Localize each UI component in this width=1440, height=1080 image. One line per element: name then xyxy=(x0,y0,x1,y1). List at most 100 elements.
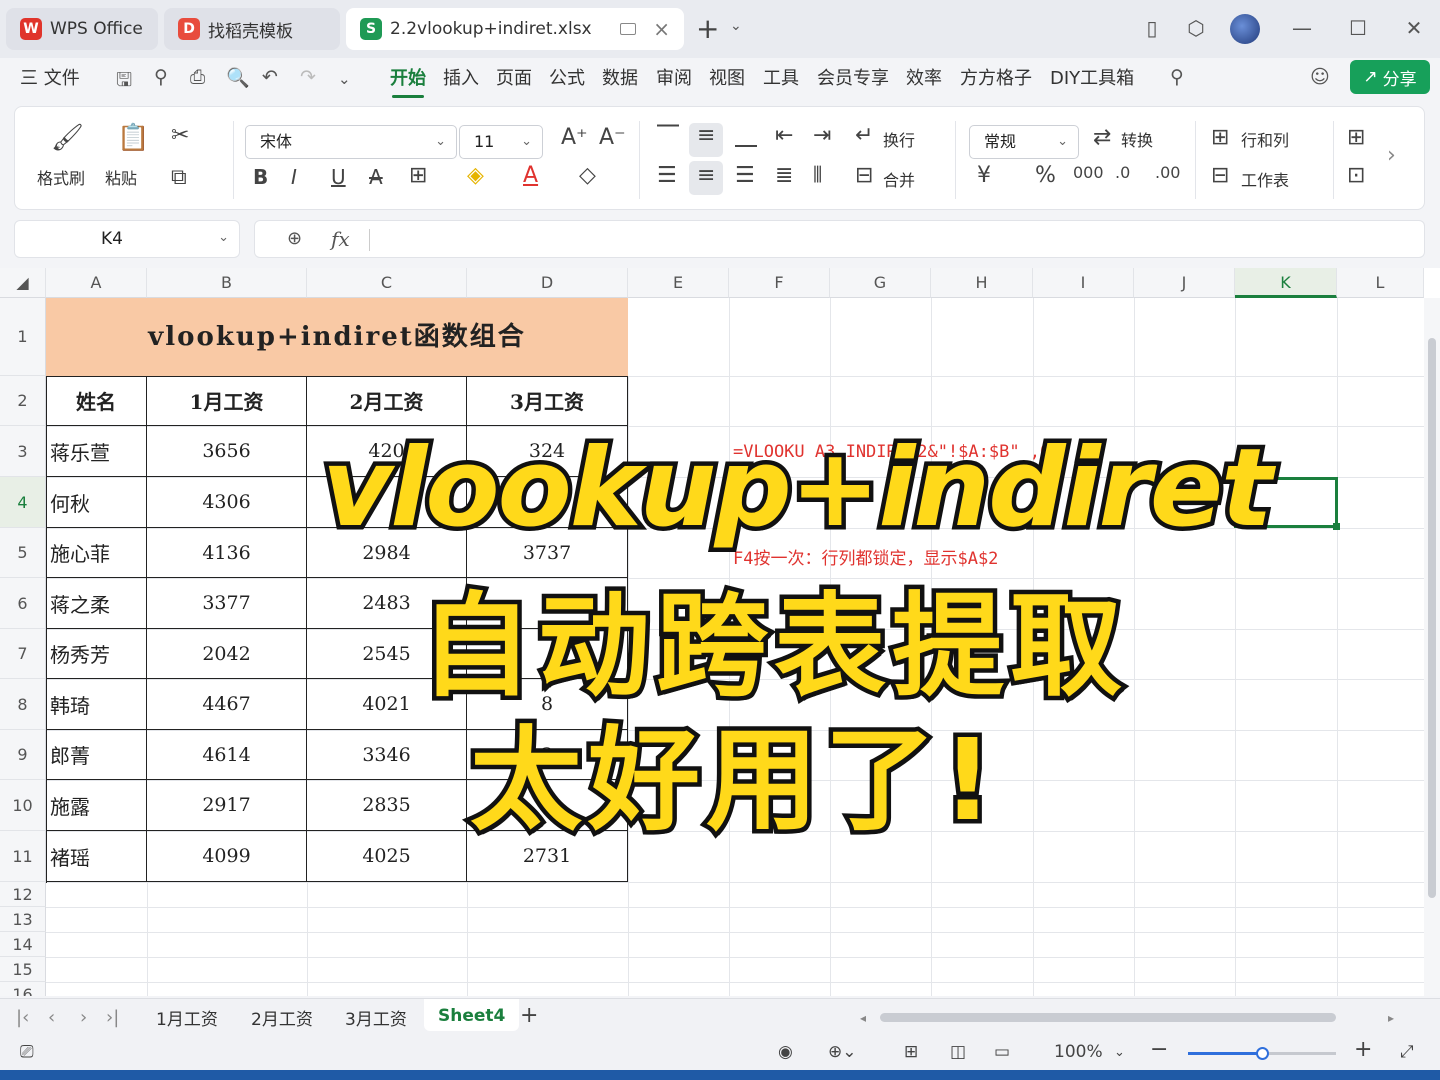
menu-formula[interactable]: 公式 xyxy=(549,66,585,92)
decrease-font-icon[interactable]: A⁻ xyxy=(599,125,626,150)
close-window-icon[interactable]: ✕ xyxy=(1402,16,1426,40)
column-header[interactable]: K xyxy=(1235,268,1337,298)
zoom-slider[interactable] xyxy=(1188,1047,1336,1060)
table-cell[interactable]: 褚瑶 xyxy=(46,831,147,882)
chevron-down-icon[interactable]: ⌄ xyxy=(338,70,351,88)
font-size-select[interactable]: 11 ⌄ xyxy=(459,125,543,159)
tab-workbook[interactable]: S 2.2vlookup+indiret.xlsx × xyxy=(346,8,684,50)
column-header[interactable]: D xyxy=(467,268,628,298)
italic-icon[interactable]: I xyxy=(291,165,297,189)
sheet-tab[interactable]: 3月工资 xyxy=(345,1005,407,1030)
maximize-icon[interactable]: ☐ xyxy=(1346,16,1370,40)
redo-icon[interactable]: ↷ xyxy=(300,66,316,88)
sheet-tab[interactable]: 2月工资 xyxy=(251,1005,313,1030)
decrease-decimal-icon[interactable]: .00 xyxy=(1155,163,1180,182)
table-cell[interactable]: 4614 xyxy=(147,730,307,780)
row-header[interactable]: 9 xyxy=(0,730,46,780)
column-header[interactable]: F xyxy=(729,268,830,298)
menu-data[interactable]: 数据 xyxy=(602,66,638,92)
zoom-in-icon[interactable]: + xyxy=(1354,1037,1372,1062)
tab-wps-office[interactable]: W WPS Office xyxy=(6,8,158,50)
scroll-right-icon[interactable]: ▸ xyxy=(1388,1011,1394,1025)
header-cell[interactable]: 姓名 xyxy=(46,376,147,426)
layout-icon[interactable]: ▯ xyxy=(1140,16,1164,40)
row-header[interactable]: 6 xyxy=(0,578,46,629)
macro-icon[interactable]: ⎚ xyxy=(20,1042,34,1062)
row-header[interactable]: 4 xyxy=(0,477,46,528)
paste-label[interactable]: 粘贴 xyxy=(105,165,137,189)
worksheet-label[interactable]: 工作表 xyxy=(1241,167,1289,191)
table-cell[interactable]: 3377 xyxy=(147,578,307,629)
table-style-icon[interactable]: ⊞ xyxy=(1347,125,1365,150)
horizontal-scrollbar[interactable] xyxy=(880,1013,1336,1022)
justify-icon[interactable]: ≣ xyxy=(775,163,793,188)
row-header[interactable]: 2 xyxy=(0,376,46,426)
format-painter-icon[interactable]: 🖌 xyxy=(51,123,84,153)
format-painter-label[interactable]: 格式刷 xyxy=(37,165,85,189)
align-middle-icon[interactable]: ≡ xyxy=(697,123,715,148)
table-cell[interactable]: 4136 xyxy=(147,528,307,578)
wrap-icon[interactable]: ↵ xyxy=(855,123,873,148)
page-layout-icon[interactable]: ◫ xyxy=(950,1042,966,1062)
column-header[interactable]: B xyxy=(147,268,307,298)
row-header[interactable]: 5 xyxy=(0,528,46,578)
cell-style-icon[interactable]: ⊡ xyxy=(1347,163,1365,188)
distribute-icon[interactable]: ⫴ xyxy=(813,163,822,188)
table-cell[interactable]: 蒋乐萱 xyxy=(46,426,147,477)
row-header[interactable]: 13 xyxy=(0,907,46,932)
undo-icon[interactable]: ↶ xyxy=(262,66,278,88)
underline-icon[interactable]: U xyxy=(331,165,346,189)
formula-bar[interactable]: ⊕ fx xyxy=(254,220,1425,258)
table-title[interactable]: vlookup+indiret函数组合 xyxy=(46,298,628,376)
name-box[interactable]: K4 ⌄ xyxy=(14,220,240,258)
convert-icon[interactable]: ⇄ xyxy=(1093,125,1111,150)
eraser-icon[interactable]: ◇ xyxy=(579,163,596,188)
font-color-icon[interactable]: A xyxy=(523,163,538,188)
merge-label[interactable]: 合并 xyxy=(883,167,915,191)
font-name-select[interactable]: 宋体 ⌄ xyxy=(245,125,457,159)
table-cell[interactable]: 施心菲 xyxy=(46,528,147,578)
row-header[interactable]: 10 xyxy=(0,780,46,831)
menu-page[interactable]: 页面 xyxy=(496,66,532,92)
minimize-icon[interactable]: — xyxy=(1290,16,1314,40)
row-header[interactable]: 7 xyxy=(0,629,46,679)
copy-icon[interactable]: ⧉ xyxy=(171,165,187,190)
chevron-down-icon[interactable]: ⌄ xyxy=(1114,1045,1125,1060)
border-icon[interactable]: ⊞ xyxy=(409,163,427,188)
menu-review[interactable]: 审阅 xyxy=(656,66,692,92)
header-cell[interactable]: 3月工资 xyxy=(467,376,628,426)
row-header[interactable]: 8 xyxy=(0,679,46,730)
table-cell[interactable]: 4099 xyxy=(147,831,307,882)
sheet-tab-active[interactable]: Sheet4 xyxy=(424,999,520,1031)
tab-templates[interactable]: D 找稻壳模板 xyxy=(164,8,340,50)
table-cell[interactable]: 3656 xyxy=(147,426,307,477)
eye-protection-icon[interactable]: ◉ xyxy=(778,1042,793,1062)
table-cell[interactable]: 施露 xyxy=(46,780,147,831)
align-left-icon[interactable]: ☰ xyxy=(657,163,677,188)
page-break-icon[interactable]: ▭ xyxy=(994,1042,1010,1062)
rows-cols-label[interactable]: 行和列 xyxy=(1241,127,1289,151)
print-preview-icon[interactable]: 🔍 xyxy=(226,66,250,89)
table-cell[interactable]: 杨秀芳 xyxy=(46,629,147,679)
chat-icon[interactable]: ☺ xyxy=(1310,66,1330,88)
wrap-label[interactable]: 换行 xyxy=(883,127,915,151)
zoom-out-icon[interactable]: − xyxy=(1150,1037,1168,1062)
chevron-right-icon[interactable]: › xyxy=(1387,143,1396,168)
add-sheet-icon[interactable]: + xyxy=(520,1003,538,1028)
menu-efficiency[interactable]: 效率 xyxy=(906,66,942,92)
increase-font-icon[interactable]: A⁺ xyxy=(561,125,588,150)
sheet-tab[interactable]: 1月工资 xyxy=(156,1005,218,1030)
table-cell[interactable]: 韩琦 xyxy=(46,679,147,730)
column-header[interactable]: H xyxy=(931,268,1033,298)
prev-sheet-icon[interactable]: ‹ xyxy=(48,1007,55,1028)
paste-icon[interactable]: 📋 xyxy=(117,123,149,153)
column-header[interactable]: I xyxy=(1033,268,1134,298)
link-icon[interactable]: ⚲ xyxy=(154,66,168,88)
align-bottom-icon[interactable]: ⎽ xyxy=(735,123,757,148)
worksheet-icon[interactable]: ⊟ xyxy=(1211,163,1229,188)
new-tab-icon[interactable]: + xyxy=(696,12,719,45)
print-icon[interactable]: ⎙ xyxy=(190,66,205,88)
window-icon[interactable] xyxy=(620,23,636,35)
last-sheet-icon[interactable]: ›| xyxy=(106,1007,119,1028)
align-right-icon[interactable]: ☰ xyxy=(735,163,755,188)
